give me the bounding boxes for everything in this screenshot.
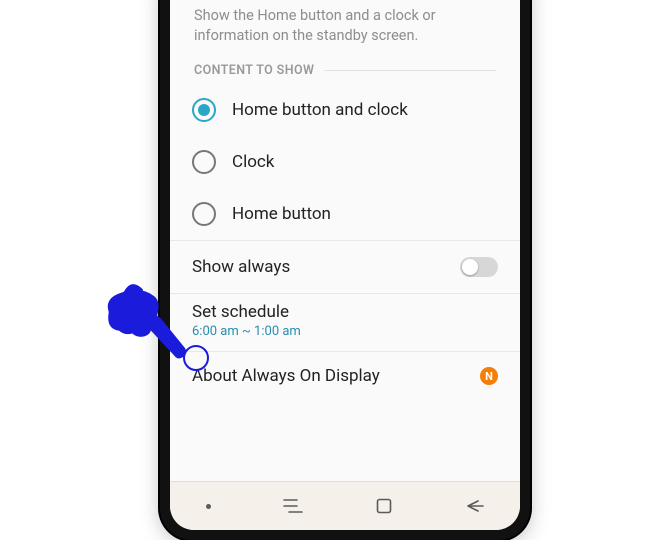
nav-indicator-dot xyxy=(206,504,211,509)
set-schedule-value: 6:00 am ~ 1:00 am xyxy=(192,324,498,339)
radio-option-home-button[interactable]: Home button xyxy=(170,188,520,240)
show-always-label: Show always xyxy=(192,257,290,277)
show-always-toggle[interactable] xyxy=(460,257,498,277)
row-show-always[interactable]: Show always xyxy=(170,241,520,293)
nav-bar xyxy=(170,481,520,530)
feature-description: Show the Home button and a clock or info… xyxy=(170,0,520,59)
section-header-line xyxy=(324,70,496,71)
radio-icon xyxy=(192,202,216,226)
home-icon[interactable] xyxy=(376,498,392,514)
section-header-label: CONTENT TO SHOW xyxy=(194,63,314,78)
row-set-schedule[interactable]: Set schedule 6:00 am ~ 1:00 am xyxy=(170,294,520,351)
set-schedule-label: Set schedule xyxy=(192,302,498,322)
back-icon[interactable] xyxy=(464,499,484,513)
radio-option-clock[interactable]: Clock xyxy=(170,136,520,188)
section-header-content-to-show: CONTENT TO SHOW xyxy=(170,59,520,84)
radio-icon xyxy=(192,150,216,174)
radio-label: Clock xyxy=(232,152,274,172)
about-label: About Always On Display xyxy=(192,366,380,386)
settings-content: Show the Home button and a clock or info… xyxy=(170,0,520,481)
radio-icon xyxy=(192,98,216,122)
recents-icon[interactable] xyxy=(283,499,303,513)
radio-label: Home button xyxy=(232,204,331,224)
row-about-aod[interactable]: About Always On Display N xyxy=(170,352,520,400)
screen: Show the Home button and a clock or info… xyxy=(170,0,520,530)
new-badge-icon: N xyxy=(480,367,498,385)
radio-option-home-button-and-clock[interactable]: Home button and clock xyxy=(170,84,520,136)
phone-frame: Show the Home button and a clock or info… xyxy=(160,0,530,540)
radio-label: Home button and clock xyxy=(232,100,408,120)
